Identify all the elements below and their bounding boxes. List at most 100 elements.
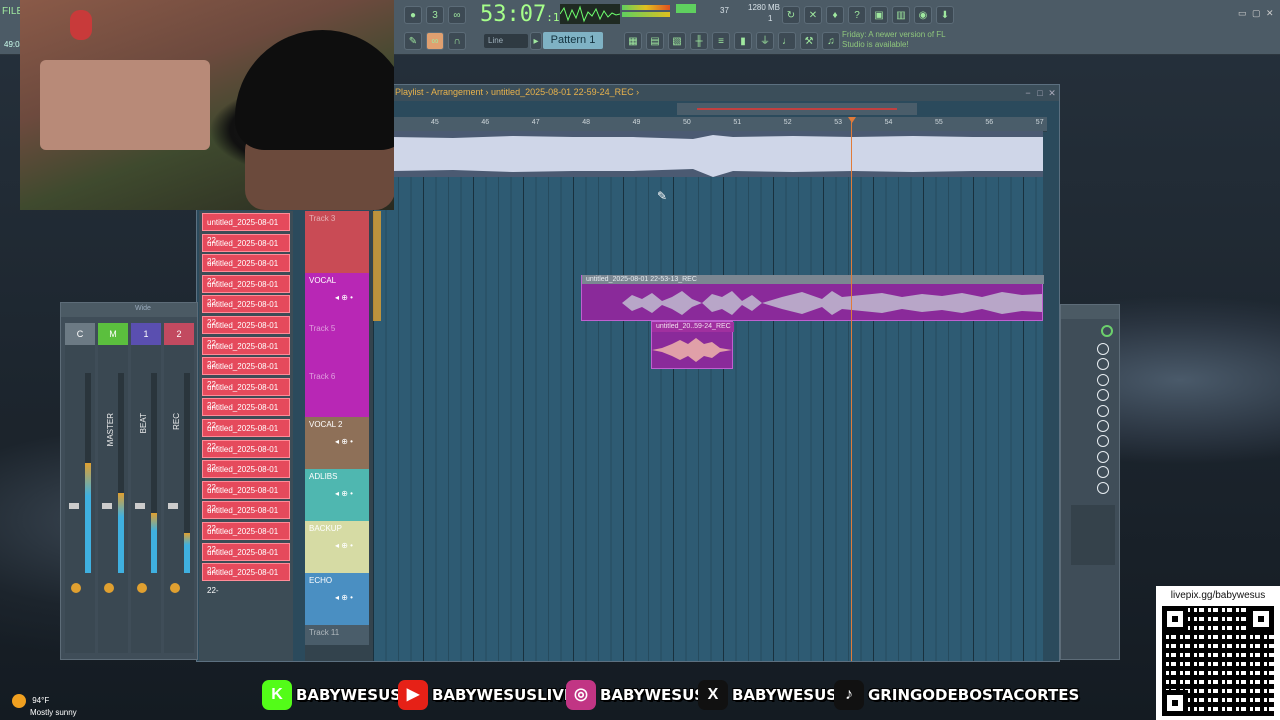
track-controls-icon[interactable]: ◂ ⊕ • (335, 593, 353, 602)
channel-rack-icon[interactable]: ▧ (668, 32, 686, 50)
channel-select-icon[interactable] (1097, 373, 1109, 386)
link-icon[interactable]: ∞ (426, 32, 444, 50)
refresh-icon[interactable]: ↻ (782, 6, 800, 24)
mixer-titlebar[interactable]: Wide (61, 303, 197, 317)
playhead-marker-icon[interactable] (848, 117, 856, 123)
clip-picker-item[interactable]: untitled_2025-08-01 22- (202, 521, 290, 554)
clip-picker-item[interactable]: untitled_2025-08-01 22- (202, 377, 290, 410)
playlist-close-icon[interactable]: ✕ (1047, 88, 1057, 98)
send-knob-icon[interactable] (170, 583, 180, 593)
window-maximize-icon[interactable]: ▢ (1252, 8, 1261, 19)
help-icon[interactable]: ? (848, 6, 866, 24)
playlist-scrollbar[interactable] (677, 103, 917, 115)
loop-record-icon[interactable]: ∞ (448, 6, 466, 24)
rack-titlebar[interactable] (1061, 305, 1119, 319)
send-knob-icon[interactable] (137, 583, 147, 593)
audio-clip-rec[interactable]: untitled_20..59-24_REC (651, 321, 734, 369)
clip-picker-item[interactable]: untitled_2025-08-01 22- (202, 213, 290, 245)
window-close-icon[interactable]: ✕ (1266, 8, 1274, 19)
plugin-icon[interactable]: ▮ (734, 32, 752, 50)
magnet-icon[interactable]: ∩ (448, 32, 466, 50)
volume-fader[interactable] (135, 503, 145, 509)
track-controls-icon[interactable]: ◂ ⊕ • (335, 489, 353, 498)
pattern-prev-icon[interactable]: ▸ (530, 32, 542, 50)
volume-fader[interactable] (69, 503, 79, 509)
channel-select-icon[interactable] (1097, 420, 1109, 432)
audio-clip-vocal[interactable]: untitled_2025-08-01 22-53-13_REC (581, 275, 1044, 321)
tempo-icon[interactable]: ♩ (778, 32, 796, 50)
volume-fader[interactable] (168, 503, 178, 509)
browser-icon[interactable]: ≡ (712, 32, 730, 50)
clip-picker-item[interactable]: untitled_2025-08-01 22- (202, 480, 290, 513)
playlist-maximize-icon[interactable]: □ (1035, 88, 1045, 98)
clip-picker-item[interactable]: untitled_2025-08-01 22- (202, 563, 290, 595)
social-link[interactable]: ▶ BABYWESUSLIVE (398, 678, 574, 712)
clip-picker-item[interactable]: untitled_2025-08-01 22- (202, 274, 290, 307)
clip-picker-item[interactable]: untitled_2025-08-01 22- (202, 418, 290, 451)
clip-picker-item[interactable]: untitled_2025-08-01 22- (202, 254, 290, 286)
track-controls-icon[interactable]: ◂ ⊕ • (335, 437, 353, 446)
pattern-selector[interactable]: Pattern 1 (543, 32, 603, 49)
track-header[interactable]: Track 6 (305, 369, 369, 417)
social-link[interactable]: K BABYWESUS (262, 678, 401, 712)
window-minimize-icon[interactable]: ▭ (1238, 8, 1247, 19)
track-header[interactable]: Track 11 (305, 625, 369, 645)
channel-select-icon[interactable] (1097, 343, 1109, 355)
mixer-strip[interactable]: C (65, 323, 95, 653)
mixer-view-icon[interactable]: ╫ (690, 32, 708, 50)
save-icon[interactable]: ▣ (870, 6, 888, 24)
clip-picker-item[interactable]: untitled_2025-08-01 22- (202, 295, 290, 327)
channel-select-icon[interactable] (1097, 466, 1109, 479)
tuner-icon[interactable]: ♫ (822, 32, 840, 50)
mixer-strip[interactable]: M MASTER (98, 323, 128, 653)
track-header[interactable]: ECHO ◂ ⊕ • (305, 573, 369, 625)
social-link[interactable]: X BABYWESUS (698, 678, 837, 712)
channel-select-icon[interactable] (1097, 435, 1109, 448)
tools-icon[interactable]: ✕ (804, 6, 822, 24)
clip-picker-item[interactable]: untitled_2025-08-01 22- (202, 542, 290, 575)
social-link[interactable]: ◎ BABYWESUS (566, 678, 705, 712)
wrench-icon[interactable]: ⚒ (800, 32, 818, 50)
plug-icon[interactable]: ⏚ (756, 32, 774, 50)
record-icon[interactable]: ● (404, 6, 422, 24)
timeline-ruler[interactable]: 45 46 47 48 49 50 51 52 53 54 55 56 57 (393, 117, 1047, 132)
piano-roll-icon[interactable]: ▤ (646, 32, 664, 50)
clip-picker-item[interactable]: untitled_2025-08-01 22- (202, 439, 290, 472)
mixer-strip[interactable]: 1 BEAT (131, 323, 161, 653)
clip-picker-item[interactable]: untitled_2025-08-01 22- (202, 460, 290, 492)
playlist-icon[interactable]: ▦ (624, 32, 642, 50)
weather-widget[interactable]: 94°F Mostly sunny (12, 694, 77, 717)
track-header[interactable]: Track 5 (305, 321, 369, 369)
clip-picker-item[interactable]: untitled_2025-08-01 22- (202, 336, 290, 369)
snap-select[interactable]: Line (484, 34, 528, 48)
rack-faders[interactable] (1071, 505, 1115, 565)
channel-select-icon[interactable] (1097, 450, 1109, 463)
clip-picker-item[interactable]: untitled_2025-08-01 22- (202, 315, 290, 348)
track-header[interactable]: VOCAL ◂ ⊕ • (305, 273, 369, 321)
clip-picker-item[interactable]: untitled_2025-08-01 22- (202, 398, 290, 430)
clip-picker-item[interactable]: untitled_2025-08-01 22- (202, 501, 290, 533)
channel-select-icon[interactable] (1097, 389, 1109, 402)
qr-code[interactable] (1162, 606, 1274, 716)
channel-select-icon[interactable] (1097, 358, 1109, 371)
social-link[interactable]: ♪ GRINGODEBOSTACORTES (834, 678, 1079, 712)
download-icon[interactable]: ⬇ (936, 6, 954, 24)
mic-icon[interactable]: ♦ (826, 6, 844, 24)
playlist-minimize-icon[interactable]: − (1023, 88, 1033, 98)
playhead[interactable] (851, 117, 852, 661)
track-header[interactable]: BACKUP ◂ ⊕ • (305, 521, 369, 573)
chat-icon[interactable]: ◉ (914, 6, 932, 24)
send-knob-icon[interactable] (104, 583, 114, 593)
countdown-icon[interactable]: 3 (426, 6, 444, 24)
clip-picker-item[interactable]: untitled_2025-08-01 22- (202, 233, 290, 266)
track-header[interactable]: ADLIBS ◂ ⊕ • (305, 469, 369, 521)
mixer-strip[interactable]: 2 REC (164, 323, 194, 653)
track-header[interactable]: Track 3 (305, 211, 369, 273)
playlist-grid[interactable] (373, 177, 1043, 661)
audio-clip-top[interactable]: ootle (393, 131, 1043, 177)
power-icon[interactable] (1101, 325, 1113, 337)
brush-icon[interactable]: ✎ (404, 32, 422, 50)
track-controls-icon[interactable]: ◂ ⊕ • (335, 293, 353, 302)
send-knob-icon[interactable] (71, 583, 81, 593)
track-header[interactable]: VOCAL 2 ◂ ⊕ • (305, 417, 369, 469)
